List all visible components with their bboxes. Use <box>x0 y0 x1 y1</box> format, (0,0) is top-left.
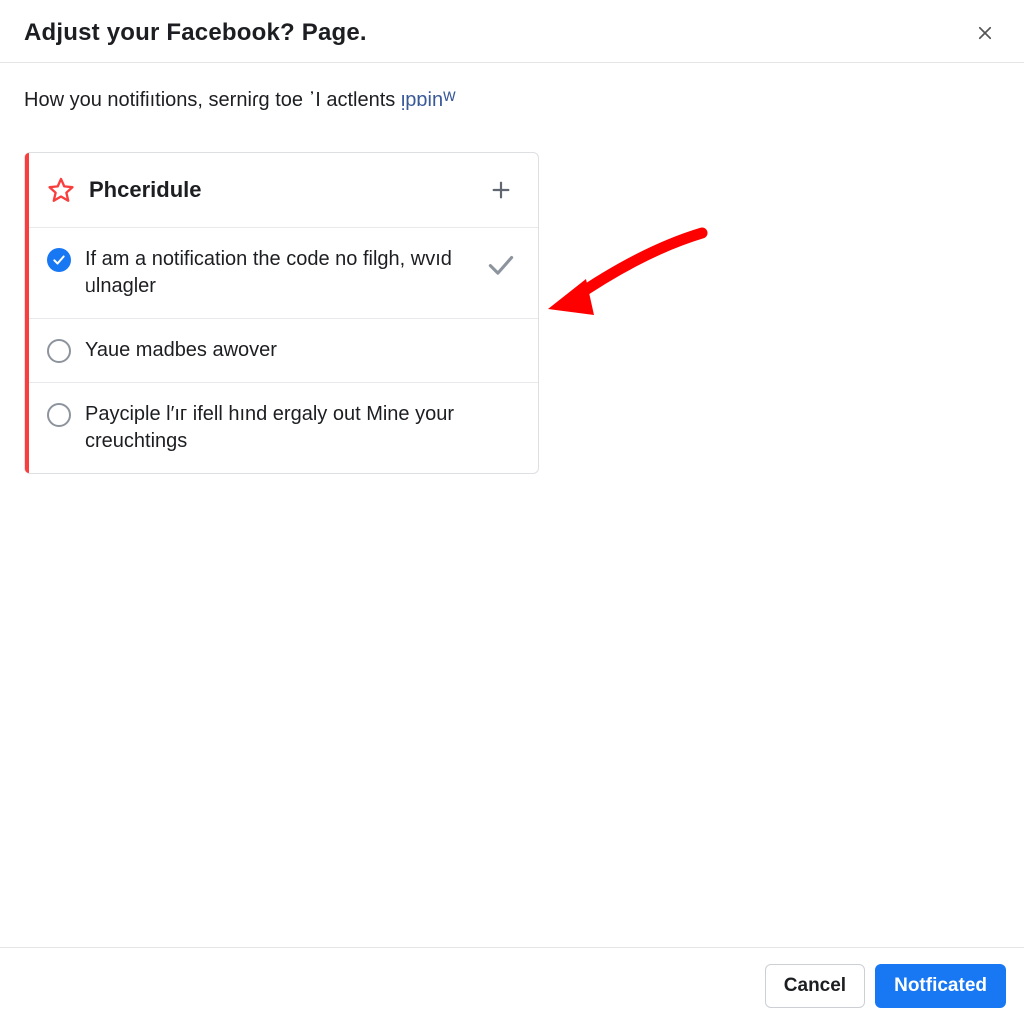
cancel-button[interactable]: Cancel <box>765 964 865 1008</box>
check-icon <box>52 253 66 267</box>
radio-unselected[interactable] <box>47 403 71 427</box>
subtext-prefix: How you notifiıtions, serniɾg toe ᾽I act… <box>24 89 401 111</box>
option-row[interactable]: If am a notification the code no filgh, … <box>25 228 538 319</box>
card-title: Phceridule <box>89 177 201 203</box>
options-card: Phceridule If am a notification the code… <box>24 152 539 474</box>
check-icon <box>486 250 516 280</box>
trailing-check <box>486 250 516 280</box>
star-icon <box>47 176 75 204</box>
modal-footer: Cancel Notficated <box>0 947 1024 1024</box>
close-icon <box>976 24 994 42</box>
annotation-arrow-icon <box>542 221 712 331</box>
subtext: How you notifiıtions, serniɾg toe ᾽I act… <box>24 89 1000 112</box>
close-button[interactable] <box>970 18 1000 48</box>
card-header: Phceridule <box>25 153 538 228</box>
modal-body: How you notifiıtions, serniɾg toe ᾽I act… <box>0 63 1024 947</box>
modal-title: Adjust your Facebook? Page. <box>24 19 367 47</box>
card-accent <box>25 153 29 473</box>
option-label: If am a notification the code no filgh, … <box>85 246 472 300</box>
primary-button[interactable]: Notficated <box>875 964 1006 1008</box>
card-header-left: Phceridule <box>47 176 201 204</box>
add-button[interactable] <box>486 175 516 205</box>
subtext-link[interactable]: ᴉрɒіnᵂ <box>401 89 456 111</box>
option-label: Payciple l′ıг ifell hınd ergaly out Mine… <box>85 401 516 455</box>
radio-unselected[interactable] <box>47 339 71 363</box>
option-row[interactable]: Payciple l′ıг ifell hınd ergaly out Mine… <box>25 383 538 473</box>
plus-icon <box>490 179 512 201</box>
radio-selected[interactable] <box>47 248 71 272</box>
option-label: Yaue madbes aᴡover <box>85 337 516 364</box>
option-row[interactable]: Yaue madbes aᴡover <box>25 319 538 383</box>
settings-modal: Adjust your Facebook? Page. How you noti… <box>0 0 1024 1024</box>
modal-header: Adjust your Facebook? Page. <box>0 0 1024 63</box>
